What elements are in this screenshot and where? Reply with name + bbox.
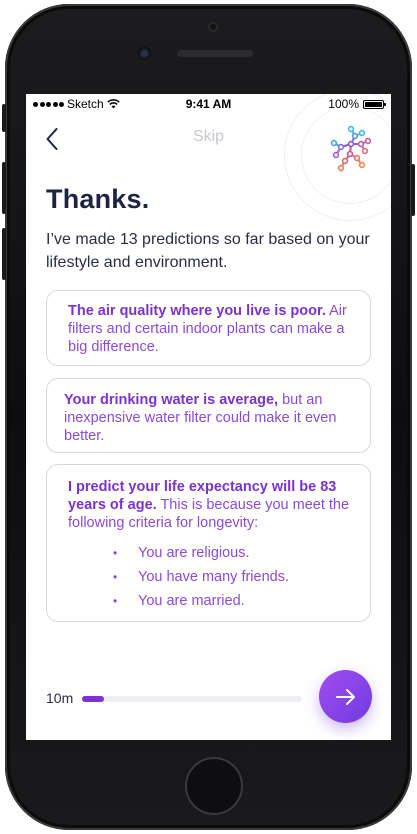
home-button[interactable] [185, 757, 243, 815]
prediction-card-life-expectancy: I predict your life expectancy will be 8… [46, 464, 371, 622]
criteria-item: You have many friends. [113, 568, 356, 586]
mute-switch [2, 104, 6, 132]
earpiece-speaker [177, 50, 253, 57]
progress-bar-fill [82, 696, 104, 702]
battery-percent: 100% [328, 97, 359, 111]
network-logo-icon [330, 125, 372, 172]
criteria-item: You are married. [113, 592, 356, 610]
prediction-card-air-quality: The air quality where you live is poor. … [46, 290, 371, 366]
card-headline: The air quality where you live is poor. [68, 303, 326, 319]
volume-down-button [2, 228, 6, 280]
next-button[interactable] [319, 670, 372, 723]
status-bar: Sketch 9:41 AM 100% [26, 94, 391, 114]
camera-dot [208, 22, 218, 32]
arrow-right-icon [335, 688, 355, 705]
app-screen: Sketch 9:41 AM 100% Skip Thanks. I’ve ma… [26, 94, 391, 740]
skip-button[interactable]: Skip [176, 128, 241, 146]
criteria-item: You are religious. [113, 544, 356, 562]
power-button [411, 164, 415, 216]
progress-bar [82, 696, 302, 702]
criteria-list: You are religious. You have many friends… [68, 544, 356, 610]
front-camera [138, 47, 151, 60]
time-remaining-label: 10m [46, 690, 74, 706]
chevron-left-icon [46, 128, 58, 150]
back-button[interactable] [40, 124, 64, 154]
prediction-card-drinking-water: Your drinking water is average, but an i… [46, 378, 371, 453]
card-headline: Your drinking water is average, [64, 392, 279, 408]
page-title: Thanks. [46, 184, 150, 214]
intro-text: I’ve made 13 predictions so far based on… [46, 231, 370, 271]
battery-icon [363, 99, 386, 109]
volume-up-button [2, 162, 6, 214]
